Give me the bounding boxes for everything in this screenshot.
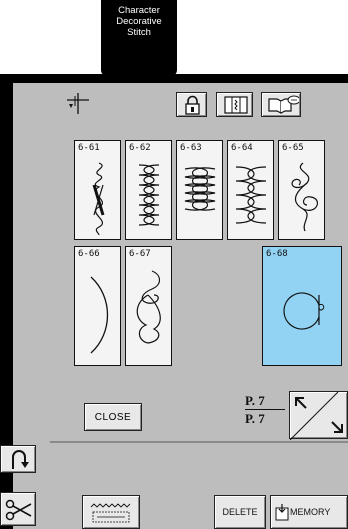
stitch-code: 6-66 <box>78 249 100 259</box>
stitch-code: 6-65 <box>282 143 304 153</box>
scissors-icon <box>5 499 32 521</box>
stitch-preview-icon <box>291 162 319 232</box>
thread-cutter-button[interactable] <box>0 445 36 473</box>
stitch-preview-icon <box>184 167 216 211</box>
current-page: P. 7 <box>245 393 285 410</box>
stitch-preview-icon <box>90 276 109 354</box>
stitch-code: 6-62 <box>129 143 151 153</box>
delete-button[interactable]: DELETE <box>214 495 266 529</box>
page-indicator: P. 7 P. 7 <box>245 393 285 433</box>
memory-button[interactable]: MEMORY <box>270 495 348 529</box>
mode-tab-line3: Stitch <box>127 27 151 38</box>
close-button[interactable]: CLOSE <box>84 403 142 431</box>
stitch-cell-6-63[interactable]: 6-63 <box>176 140 223 240</box>
mode-tab-line2: Decorative <box>116 16 162 27</box>
stitch-cell-6-61[interactable]: 6-61 <box>74 140 121 240</box>
stitch-preview-icon <box>235 166 267 224</box>
total-pages: P. 7 <box>245 411 265 426</box>
stitch-cell-6-62[interactable]: 6-62 <box>125 140 172 240</box>
reverse-stitch-icon <box>12 450 29 469</box>
stitch-code: 6-61 <box>78 143 100 153</box>
stitch-cell-6-68[interactable]: 6-68 <box>262 246 342 366</box>
stitch-code: 6-64 <box>231 143 253 153</box>
stitch-preview-icon <box>138 164 160 226</box>
memory-label: MEMORY <box>290 507 331 517</box>
page-up-down-icon <box>290 392 343 440</box>
stitch-preview-icon <box>92 162 105 236</box>
stitch-cell-6-64[interactable]: 6-64 <box>227 140 274 240</box>
stitch-cell-6-65[interactable]: 6-65 <box>278 140 325 240</box>
stitch-grid: 6-61 6-62 6-63 6-64 6-65 6-66 6-67 6-68 <box>13 83 348 529</box>
stitch-code: 6-63 <box>180 143 202 153</box>
mode-tab-character-decorative-stitch: Character Decorative Stitch <box>101 0 177 76</box>
divider <box>50 441 348 443</box>
lcd-screen: 6-61 6-62 6-63 6-64 6-65 6-66 6-67 6-68 … <box>13 83 348 529</box>
page-arrows-button[interactable] <box>289 391 348 440</box>
memory-icon <box>275 504 289 521</box>
stitch-preview-icon <box>136 270 161 344</box>
stitch-preview-icon <box>283 292 325 330</box>
mode-tab-line1: Character <box>118 5 160 16</box>
scissors-button[interactable] <box>0 492 36 526</box>
stitch-cell-6-67[interactable]: 6-67 <box>125 246 172 366</box>
stitch-density-icon <box>90 503 131 523</box>
stitch-density-button[interactable] <box>82 495 140 529</box>
stitch-cell-6-66[interactable]: 6-66 <box>74 246 121 366</box>
stitch-code: 6-67 <box>129 249 151 259</box>
stitch-code: 6-68 <box>266 249 288 259</box>
